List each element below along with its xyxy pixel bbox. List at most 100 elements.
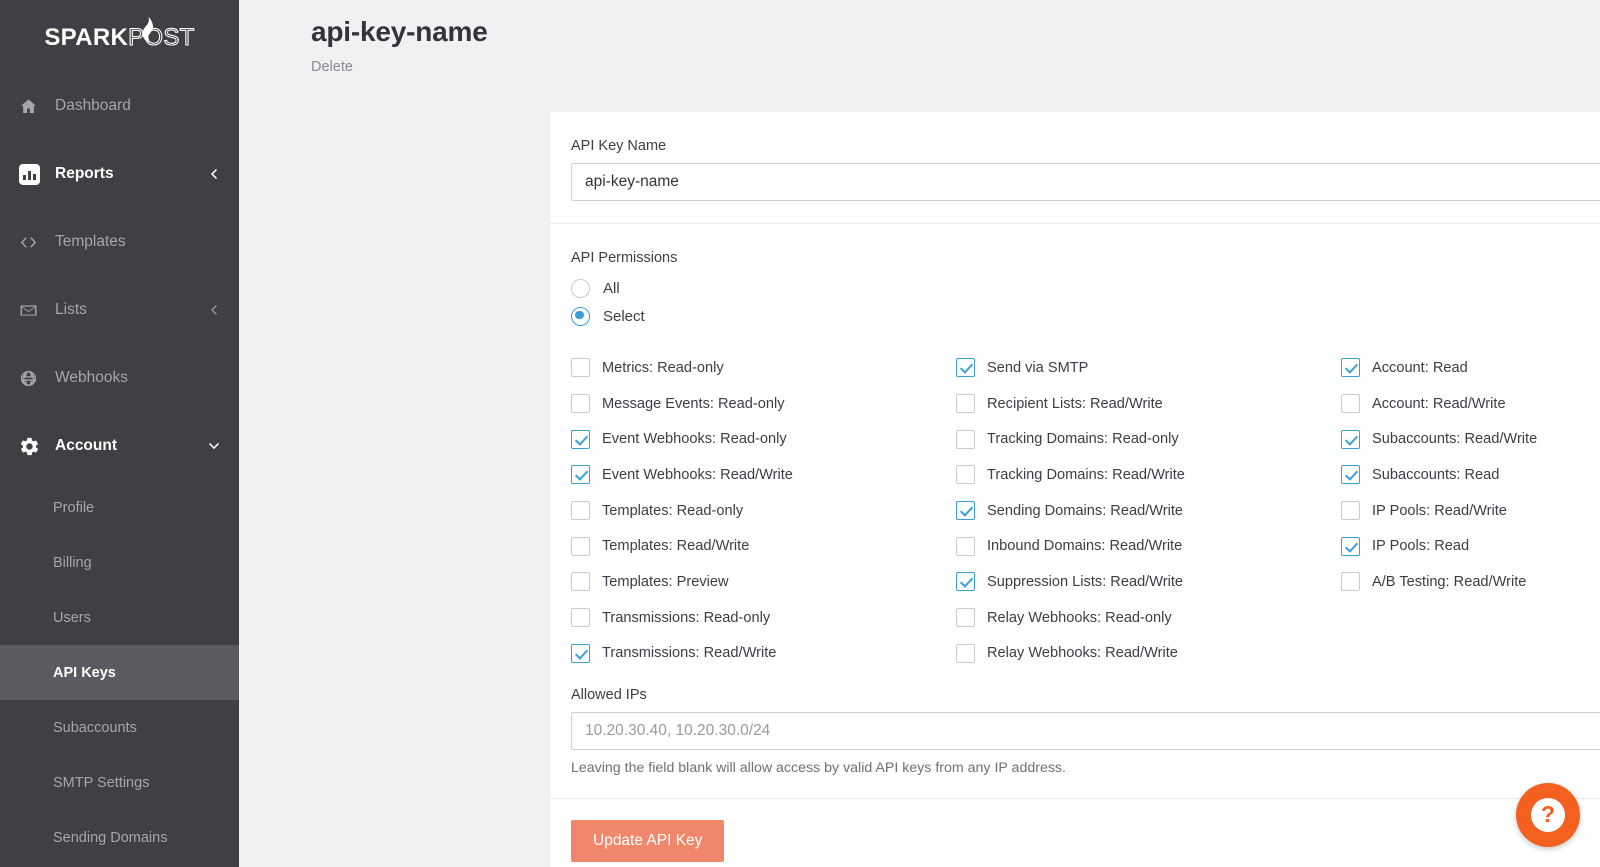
- chevron-down-icon[interactable]: [207, 439, 221, 453]
- permission-checkbox-row[interactable]: Sending Domains: Read/Write: [956, 493, 1341, 529]
- checkbox-unchecked-icon[interactable]: [1341, 501, 1360, 521]
- permission-checkbox-row[interactable]: Templates: Read/Write: [571, 528, 956, 564]
- permission-checkbox-row[interactable]: Event Webhooks: Read-only: [571, 421, 956, 457]
- chevron-left-icon: [211, 305, 217, 315]
- permission-label: Account: Read: [1372, 359, 1468, 376]
- sidebar-subitem-users[interactable]: Users: [0, 590, 239, 645]
- permissions-checkbox-grid: Metrics: Read-only Message Events: Read-o…: [571, 350, 1600, 671]
- permission-checkbox-row[interactable]: Account: Read: [1341, 350, 1600, 386]
- checkbox-checked-icon[interactable]: [571, 429, 590, 449]
- permission-radio-select[interactable]: Select: [571, 302, 1600, 330]
- update-api-key-button[interactable]: Update API Key: [571, 820, 725, 863]
- sidebar-item-label: Webhooks: [55, 369, 128, 386]
- sidebar-item-account[interactable]: Account: [0, 412, 239, 480]
- permission-radio-all[interactable]: All: [571, 274, 1600, 302]
- checkbox-unchecked-icon[interactable]: [956, 465, 975, 485]
- permission-checkbox-row[interactable]: Suppression Lists: Read/Write: [956, 564, 1341, 600]
- checkbox-unchecked-icon[interactable]: [571, 572, 590, 592]
- checkbox-unchecked-icon[interactable]: [956, 429, 975, 449]
- permission-column-1: Metrics: Read-only Message Events: Read-o…: [571, 350, 956, 671]
- sidebar-subitem-subaccounts[interactable]: Subaccounts: [0, 700, 239, 755]
- checkbox-unchecked-icon[interactable]: [571, 358, 590, 378]
- api-key-name-input[interactable]: [571, 163, 1600, 201]
- permission-label: Subaccounts: Read: [1372, 466, 1500, 483]
- sidebar-item-lists[interactable]: Lists: [0, 276, 239, 344]
- sidebar-subitem-profile[interactable]: Profile: [0, 480, 239, 535]
- checkbox-unchecked-icon[interactable]: [571, 394, 590, 414]
- sidebar-item-dashboard[interactable]: Dashboard: [0, 72, 239, 140]
- permission-label: Event Webhooks: Read/Write: [602, 466, 793, 483]
- permission-checkbox-row[interactable]: Tracking Domains: Read-only: [956, 421, 1341, 457]
- checkbox-checked-icon[interactable]: [571, 643, 590, 663]
- checkbox-checked-icon[interactable]: [1341, 358, 1360, 378]
- home-icon: [20, 98, 37, 113]
- permission-label: Tracking Domains: Read-only: [987, 431, 1179, 448]
- permission-checkbox-row[interactable]: Recipient Lists: Read/Write: [956, 386, 1341, 422]
- permission-checkbox-row[interactable]: Inbound Domains: Read/Write: [956, 528, 1341, 564]
- permission-label: Transmissions: Read-only: [602, 609, 771, 626]
- chevron-left-icon[interactable]: [207, 167, 221, 181]
- checkbox-unchecked-icon[interactable]: [571, 501, 590, 521]
- sidebar-item-reports[interactable]: Reports: [0, 140, 239, 208]
- checkbox-unchecked-icon[interactable]: [956, 536, 975, 556]
- checkbox-checked-icon[interactable]: [1341, 536, 1360, 556]
- checkbox-checked-icon[interactable]: [956, 501, 975, 521]
- permission-checkbox-row[interactable]: Account: Read/Write: [1341, 386, 1600, 422]
- permission-label: Message Events: Read-only: [602, 395, 785, 412]
- sidebar-subitem-api-keys[interactable]: API Keys: [0, 645, 239, 700]
- sidebar-item-label: Lists: [55, 301, 87, 318]
- permission-checkbox-row[interactable]: Message Events: Read-only: [571, 386, 956, 422]
- permission-checkbox-row[interactable]: Templates: Preview: [571, 564, 956, 600]
- checkbox-unchecked-icon[interactable]: [956, 643, 975, 663]
- page-title: api-key-name: [311, 16, 488, 47]
- permission-checkbox-row[interactable]: Send via SMTP: [956, 350, 1341, 386]
- permission-label: Transmissions: Read/Write: [602, 645, 777, 662]
- permission-checkbox-row[interactable]: Relay Webhooks: Read-only: [956, 600, 1341, 636]
- gear-icon: [20, 437, 39, 455]
- permission-checkbox-row[interactable]: Transmissions: Read-only: [571, 600, 956, 636]
- sidebar-item-label: Dashboard: [55, 97, 131, 114]
- allowed-ips-input[interactable]: [571, 712, 1600, 751]
- allowed-ips-label: Allowed IPs: [571, 687, 647, 704]
- sidebar-item-templates[interactable]: Templates: [0, 208, 239, 276]
- radio-unchecked-icon[interactable]: [571, 278, 590, 298]
- permission-checkbox-row[interactable]: Tracking Domains: Read/Write: [956, 457, 1341, 493]
- permission-checkbox-row[interactable]: Subaccounts: Read/Write: [1341, 421, 1600, 457]
- help-button[interactable]: ?: [1516, 783, 1580, 847]
- checkbox-unchecked-icon[interactable]: [956, 608, 975, 628]
- permission-checkbox-row[interactable]: Subaccounts: Read: [1341, 457, 1600, 493]
- checkbox-checked-icon[interactable]: [1341, 465, 1360, 485]
- sidebar-subitem-smtp-settings[interactable]: SMTP Settings: [0, 755, 239, 810]
- permission-label: Account: Read/Write: [1372, 395, 1506, 412]
- permission-checkbox-row[interactable]: IP Pools: Read: [1341, 528, 1600, 564]
- sparkpost-logo[interactable]: SPARKPOST: [0, 0, 239, 72]
- checkbox-checked-icon[interactable]: [571, 465, 590, 485]
- radio-checked-icon[interactable]: [571, 306, 590, 326]
- permission-label: Sending Domains: Read/Write: [987, 502, 1184, 519]
- form-actions: Update API Key: [550, 799, 1600, 867]
- sidebar-subitem-billing[interactable]: Billing: [0, 535, 239, 590]
- permission-checkbox-row[interactable]: Event Webhooks: Read/Write: [571, 457, 956, 493]
- permission-label: IP Pools: Read/Write: [1372, 502, 1507, 519]
- checkbox-unchecked-icon[interactable]: [1341, 572, 1360, 592]
- checkbox-unchecked-icon[interactable]: [956, 394, 975, 414]
- permission-checkbox-row[interactable]: Transmissions: Read/Write: [571, 636, 956, 672]
- checkbox-unchecked-icon[interactable]: [1341, 394, 1360, 414]
- permission-checkbox-row[interactable]: Metrics: Read-only: [571, 350, 956, 386]
- permission-checkbox-row[interactable]: A/B Testing: Read/Write: [1341, 564, 1600, 600]
- permission-checkbox-row[interactable]: Relay Webhooks: Read/Write: [956, 636, 1341, 672]
- sidebar-item-webhooks[interactable]: Webhooks: [0, 344, 239, 412]
- sidebar-subitem-sending-domains[interactable]: Sending Domains: [0, 810, 239, 865]
- checkbox-checked-icon[interactable]: [1341, 429, 1360, 449]
- permission-label: Tracking Domains: Read/Write: [987, 466, 1185, 483]
- checkbox-unchecked-icon[interactable]: [571, 608, 590, 628]
- checkbox-checked-icon[interactable]: [956, 358, 975, 378]
- permission-checkbox-row[interactable]: IP Pools: Read/Write: [1341, 493, 1600, 529]
- checkbox-checked-icon[interactable]: [956, 572, 975, 592]
- delete-link[interactable]: Delete: [311, 59, 353, 75]
- permission-checkbox-row[interactable]: Templates: Read-only: [571, 493, 956, 529]
- globe-icon: [20, 370, 37, 386]
- permission-label: Inbound Domains: Read/Write: [987, 538, 1183, 555]
- chevron-left-icon[interactable]: [207, 303, 221, 317]
- checkbox-unchecked-icon[interactable]: [571, 536, 590, 556]
